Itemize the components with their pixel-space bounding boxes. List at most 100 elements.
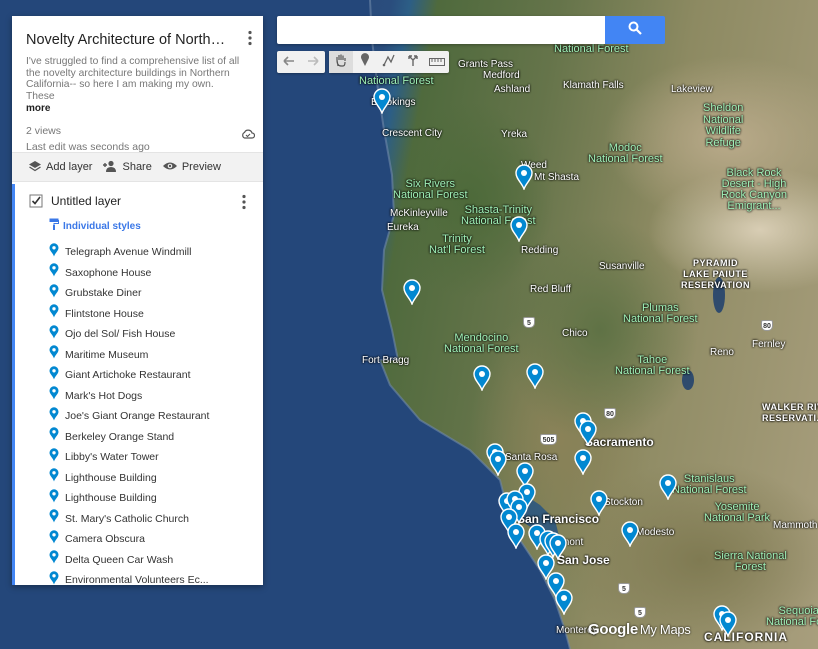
search-icon [628,21,642,40]
map-marker-icon[interactable] [590,490,608,516]
place-name: Giant Artichoke Restaurant [65,369,191,382]
place-list-item[interactable]: Delta Queen Car Wash [15,550,263,571]
directions-button[interactable] [401,51,425,73]
share-button[interactable]: Share [102,160,152,175]
place-name: Maritime Museum [65,348,149,361]
map-marker-icon[interactable] [526,363,544,389]
map-label-sequoia: Sequoia National Fo... [766,605,818,628]
place-marker-icon [49,489,59,508]
share-label: Share [122,161,152,173]
map-label-yreka: Yreka [501,129,528,140]
place-name: Libby's Water Tower [65,451,159,464]
place-list-item[interactable]: Telegraph Avenue Windmill [15,242,263,263]
pan-tool-button[interactable] [329,51,353,73]
place-marker-icon [49,386,59,405]
measure-button[interactable] [425,51,449,73]
map-label-medford: Medford [483,70,520,81]
add-layer-button[interactable]: Add layer [28,160,92,175]
place-marker-icon [49,263,59,282]
map-description[interactable]: I've struggled to find a comprehensive l… [26,56,244,102]
redo-button[interactable] [301,51,325,73]
place-marker-icon [49,571,59,585]
place-list-item[interactable]: Berkeley Orange Stand [15,427,263,448]
highway-shield: 5 [634,607,646,618]
search-button[interactable] [605,16,665,44]
map-marker-icon[interactable] [489,450,507,476]
place-list-item[interactable]: Ojo del Sol/ Fish House [15,324,263,345]
individual-styles-button[interactable]: Individual styles [15,218,263,234]
map-marker-icon[interactable] [659,474,677,500]
place-marker-icon [49,284,59,303]
map-label-nf-siskiyou: National Forest [359,75,434,87]
place-list-item[interactable]: Libby's Water Tower [15,447,263,468]
map-marker-icon[interactable] [373,88,391,114]
place-list-item[interactable]: Joe's Giant Orange Restaurant [15,406,263,427]
place-list-item[interactable]: Lighthouse Building [15,468,263,489]
more-link[interactable]: more [26,103,249,114]
draw-line-icon [382,53,396,72]
marker-icon [360,52,370,72]
map-title[interactable]: Novelty Architecture of Northern ... [26,30,231,50]
eye-icon [162,161,178,174]
search-box [277,16,605,44]
layer-options-icon[interactable] [241,194,247,210]
layer-title[interactable]: Untitled layer [51,194,121,208]
map-marker-icon[interactable] [574,449,592,475]
place-name: Joe's Giant Orange Restaurant [65,410,210,423]
map-marker-icon[interactable] [507,523,525,549]
highway-shield: 5 [618,583,630,594]
undo-icon [283,53,295,71]
map-marker-icon[interactable] [473,365,491,391]
draw-line-button[interactable] [377,51,401,73]
map-marker-icon[interactable] [555,589,573,615]
more-options-icon[interactable] [247,30,253,46]
place-name: Saxophone House [65,266,152,279]
place-name: Lighthouse Building [65,471,157,484]
map-label-six-rivers: Six Rivers National Forest [393,178,468,201]
place-list-item[interactable]: Grubstake Diner [15,283,263,304]
panel-actions: Add layer Share Preview [12,152,263,182]
place-list: Telegraph Avenue Windmill Saxophone House… [15,242,263,585]
layer-visibility-checkbox[interactable] [29,194,43,208]
highway-shield: 80 [761,320,773,331]
place-name: St. Mary's Catholic Church [65,512,189,525]
map-marker-icon[interactable] [510,216,528,242]
place-list-item[interactable]: Saxophone House [15,263,263,284]
map-label-modoc: Modoc National Forest [588,142,663,165]
map-label-fort-bragg: Fort Bragg [362,355,410,366]
map-label-sheldon: Sheldon National Wildlife Refuge [703,102,744,149]
map-label-eureka: Eureka [387,222,419,233]
place-list-item[interactable]: Camera Obscura [15,529,263,550]
highway-shield: 5 [523,317,535,328]
map-label-black-rock: Black Rock Desert - High Rock Canyon Emi… [721,167,788,212]
redo-icon [307,53,319,71]
place-list-item[interactable]: Environmental Volunteers Ec... [15,570,263,585]
map-label-reno: Reno [710,347,734,358]
map-marker-icon[interactable] [719,611,737,637]
place-list-item[interactable]: Flintstone House [15,304,263,325]
map-label-susanville: Susanville [599,261,645,272]
map-marker-icon[interactable] [579,420,597,446]
preview-label: Preview [181,161,221,173]
place-marker-icon [49,448,59,467]
place-name: Ojo del Sol/ Fish House [65,328,176,341]
place-list-item[interactable]: Maritime Museum [15,345,263,366]
map-marker-icon[interactable] [515,164,533,190]
place-list-item[interactable]: St. Mary's Catholic Church [15,509,263,530]
highway-shield: 505 [540,434,557,445]
search-input[interactable] [277,16,605,44]
preview-button[interactable]: Preview [162,161,221,174]
map-label-lakeview: Lakeview [671,84,713,95]
add-marker-button[interactable] [353,51,377,73]
undo-button[interactable] [277,51,301,73]
view-count: 2 views [26,125,62,137]
place-name: Environmental Volunteers Ec... [65,574,209,585]
map-marker-icon[interactable] [403,279,421,305]
map-label-stockton: Stockton [604,497,643,508]
place-list-item[interactable]: Lighthouse Building [15,488,263,509]
map-label-nf-rogue: National Forest [554,43,629,55]
place-list-item[interactable]: Mark's Hot Dogs [15,386,263,407]
ruler-icon [429,53,445,71]
map-marker-icon[interactable] [621,521,639,547]
place-list-item[interactable]: Giant Artichoke Restaurant [15,365,263,386]
